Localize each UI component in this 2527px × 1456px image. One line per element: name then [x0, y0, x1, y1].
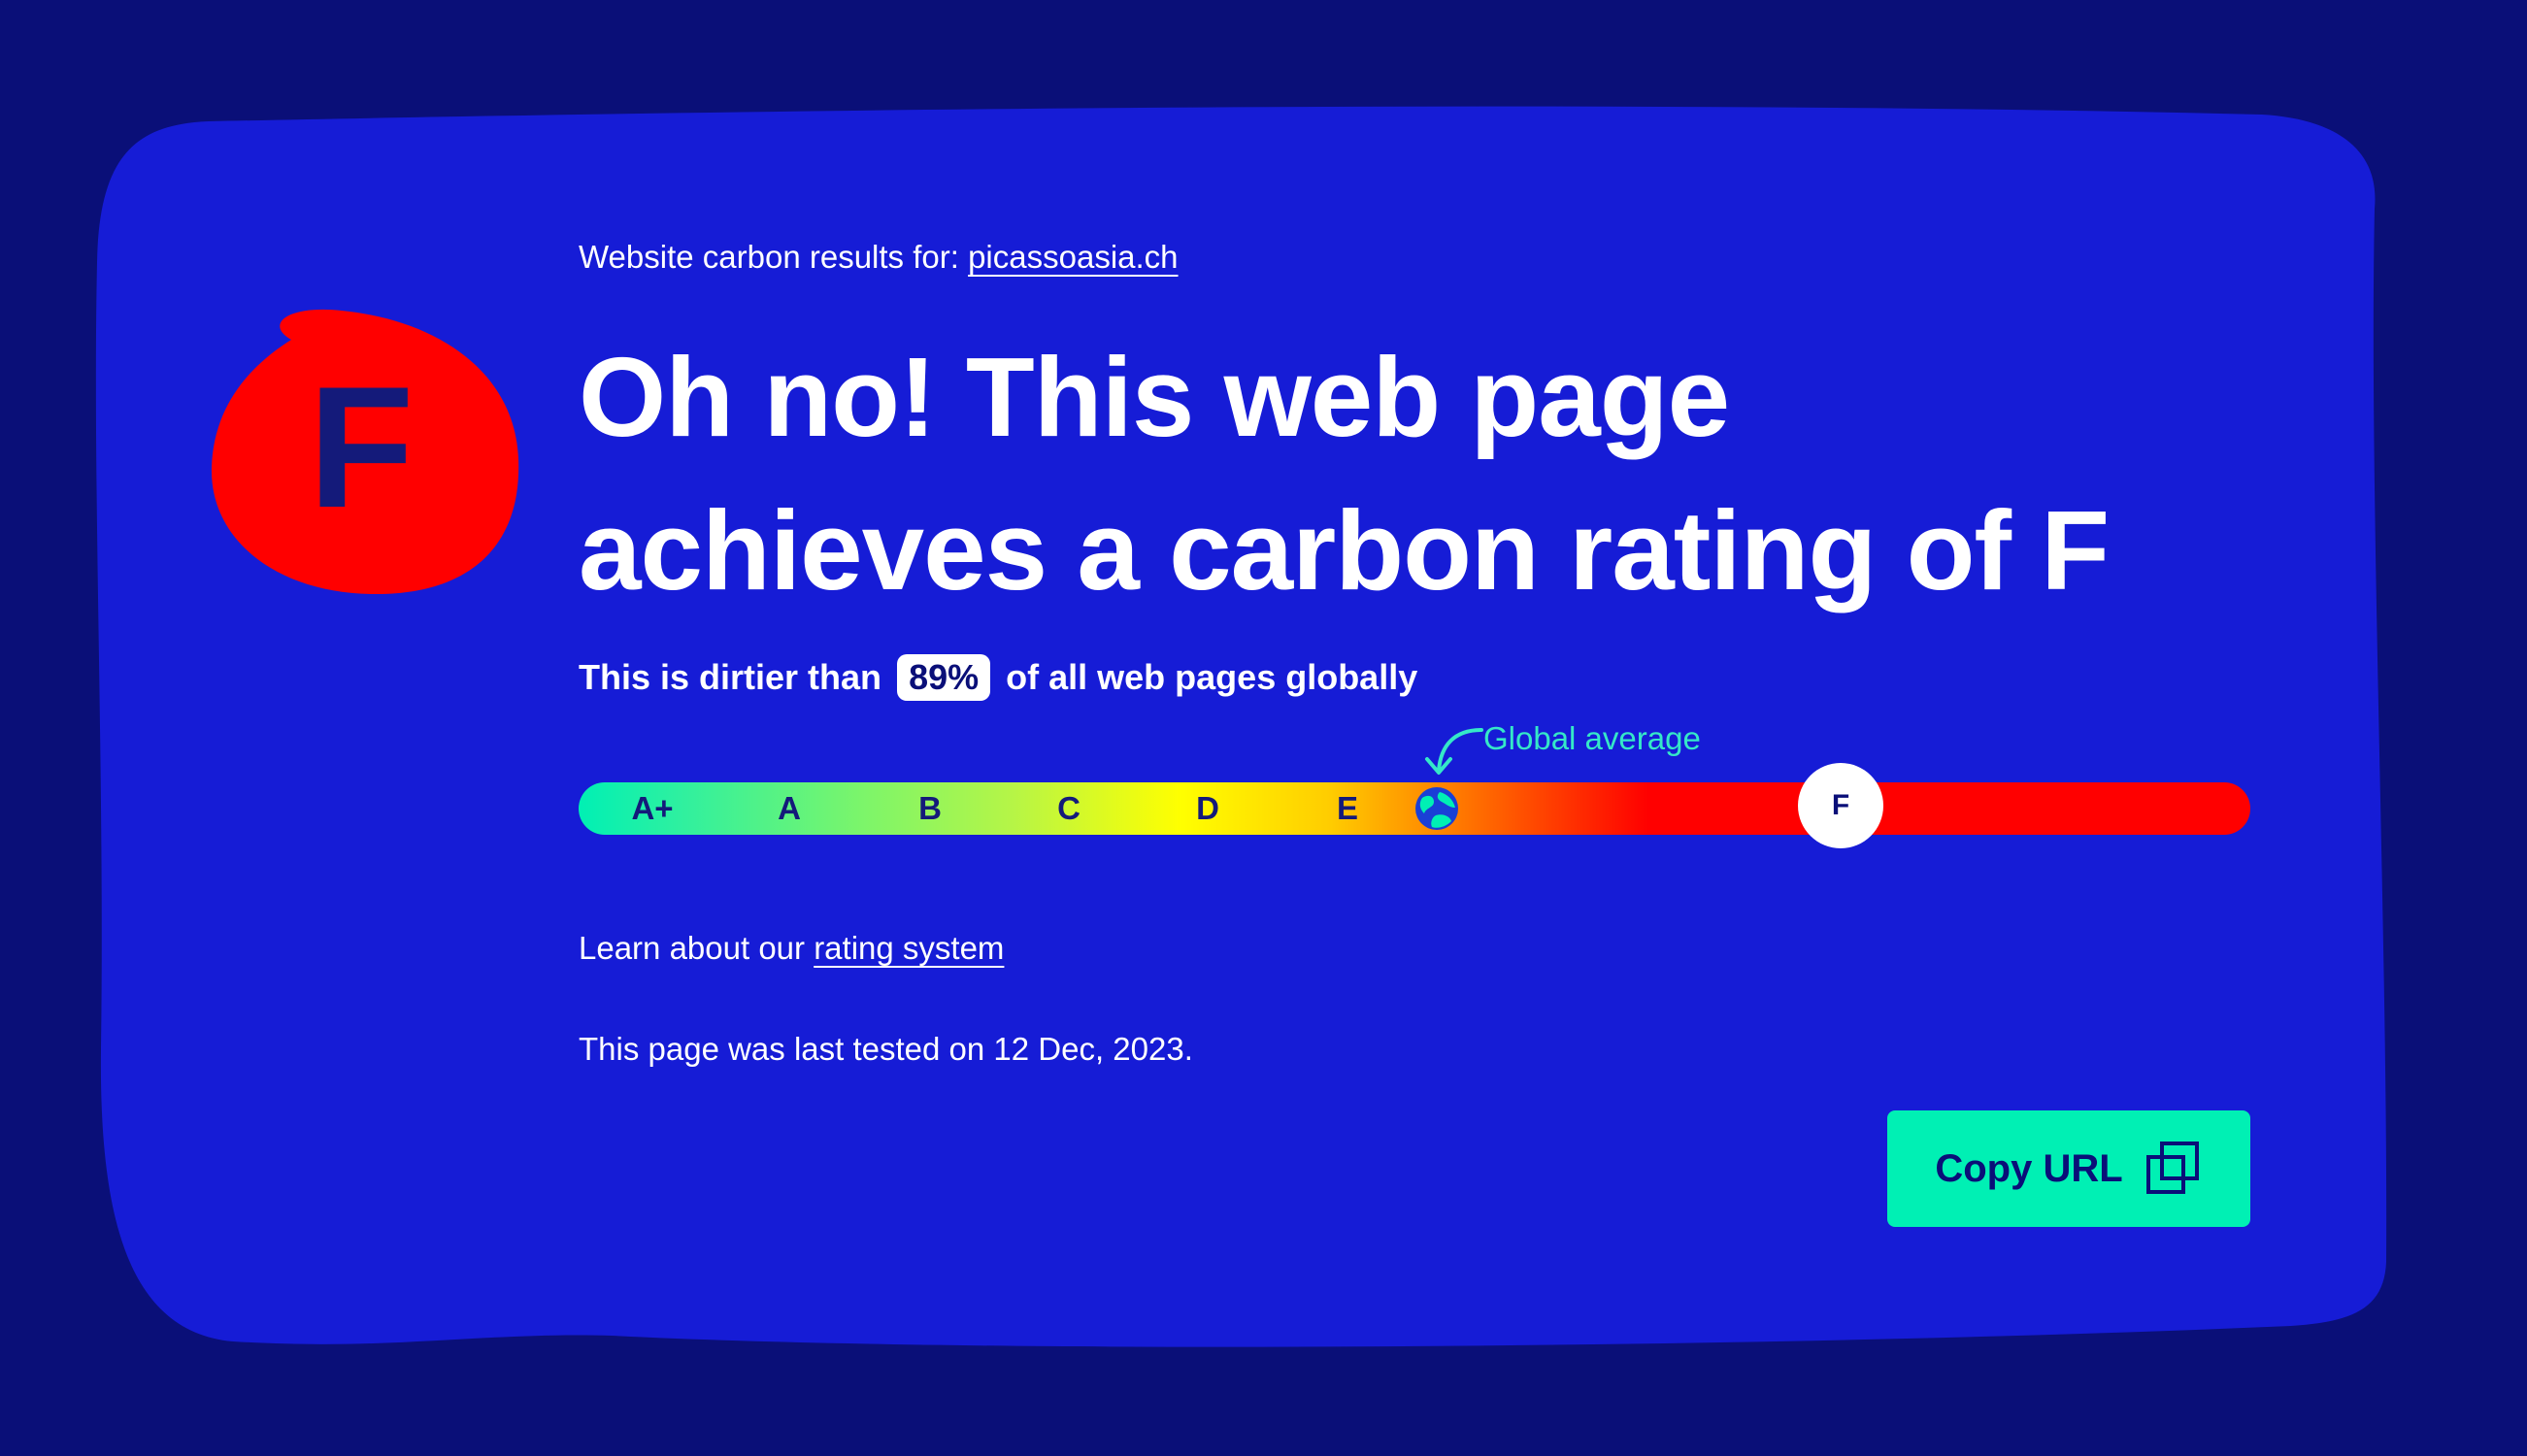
rating-badge: F: [211, 309, 519, 595]
copy-url-label: Copy URL: [1935, 1146, 2123, 1190]
copy-icon: [2145, 1142, 2199, 1194]
page: F Website carbon results for: picassoasi…: [0, 0, 2527, 1456]
dirtier-suffix: of all web pages globally: [1006, 657, 1418, 697]
scale-grade-a: A: [778, 790, 801, 826]
rating-headline: Oh no! This web page achieves a carbon r…: [579, 320, 2287, 627]
curved-arrow-icon: [1425, 728, 1483, 775]
dirtier-than-statement: This is dirtier than 89% of all web page…: [579, 652, 1417, 703]
scale-grade-d: D: [1196, 790, 1219, 826]
rating-marker: F: [1798, 763, 1883, 848]
results-content: Website carbon results for: picassoasia.…: [579, 0, 2250, 1456]
globe-icon: [1415, 787, 1458, 830]
headline-line-2: achieves a carbon rating of F: [579, 487, 2110, 613]
rating-system-link[interactable]: rating system: [814, 930, 1004, 966]
rating-scale: A+ A B C D E F: [579, 763, 2250, 848]
dirtier-prefix: This is dirtier than: [579, 657, 882, 697]
headline-line-1: Oh no! This web page: [579, 334, 1730, 460]
scale-grade-b: B: [918, 790, 942, 826]
learn-prefix: Learn about our: [579, 930, 806, 966]
scale-grade-a-plus: A+: [631, 790, 674, 826]
results-for-prefix: Website carbon results for:: [579, 239, 959, 275]
scale-grade-c: C: [1057, 790, 1081, 826]
site-link[interactable]: picassoasia.ch: [968, 239, 1178, 275]
global-average-label: Global average: [1483, 720, 1701, 756]
copy-url-button[interactable]: Copy URL: [1887, 1110, 2250, 1227]
last-tested-text: This page was last tested on 12 Dec, 202…: [579, 1031, 1193, 1067]
rating-badge-letter: F: [309, 350, 415, 544]
scale-grade-e: E: [1336, 790, 1359, 826]
results-for: Website carbon results for: picassoasia.…: [579, 235, 1179, 280]
dirtier-percent-badge: 89%: [897, 654, 991, 701]
learn-rating-system: Learn about our rating system: [579, 926, 1004, 971]
